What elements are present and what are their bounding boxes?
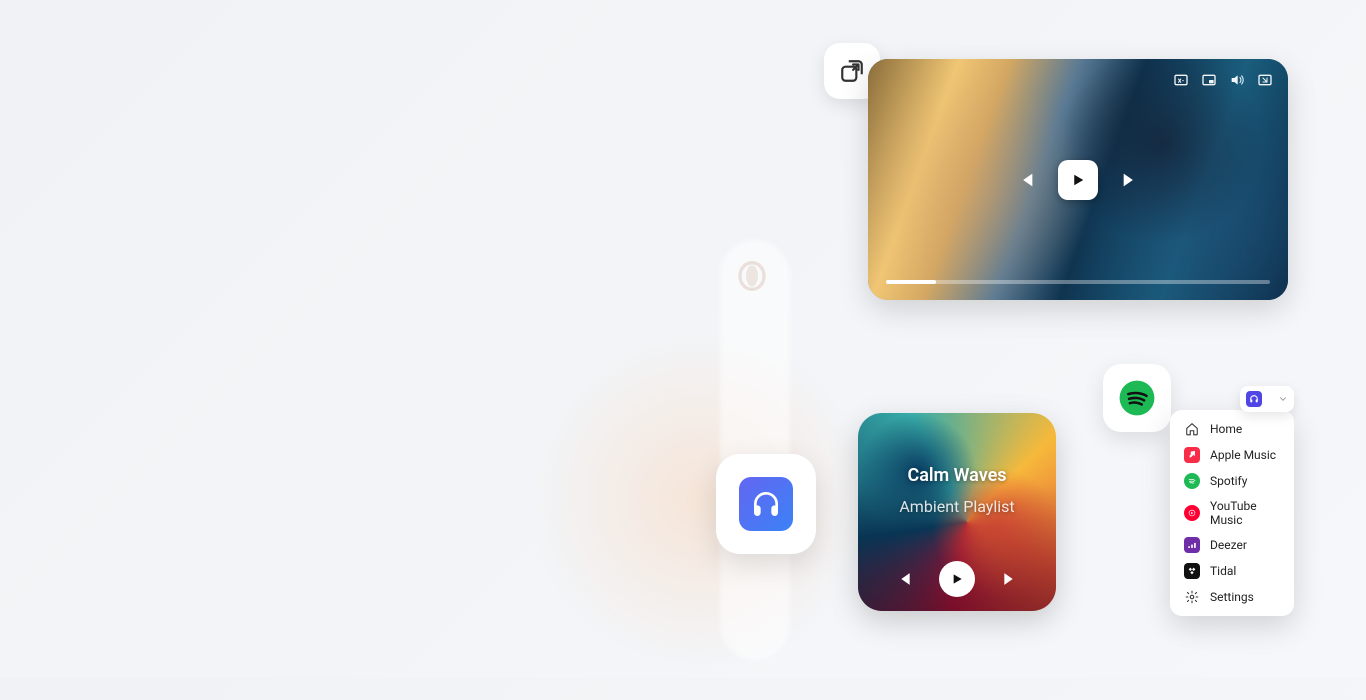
album-playback-controls	[858, 561, 1056, 597]
popover-item-label: Home	[1210, 422, 1242, 436]
popover-item-tidal[interactable]: Tidal	[1170, 558, 1294, 584]
home-icon	[1184, 421, 1200, 437]
video-playback-controls	[1014, 160, 1142, 200]
background-glow	[500, 300, 900, 700]
popover-item-spotify[interactable]: Spotify	[1170, 468, 1294, 494]
album-title: Calm Waves	[858, 465, 1056, 486]
popover-item-deezer[interactable]: Deezer	[1170, 532, 1294, 558]
headphones-icon	[750, 488, 782, 520]
youtube-music-icon	[1184, 505, 1200, 521]
volume-icon[interactable]	[1228, 71, 1246, 89]
popover-item-youtube-music[interactable]: YouTube Music	[1170, 494, 1294, 532]
music-app-inner	[739, 477, 793, 531]
album-previous-button[interactable]	[893, 569, 913, 589]
video-progress-bar[interactable]	[886, 280, 1270, 284]
popover-item-label: YouTube Music	[1210, 499, 1280, 527]
popover-item-label: Tidal	[1210, 564, 1236, 578]
music-app-tile[interactable]	[716, 454, 816, 554]
next-button[interactable]	[1120, 169, 1142, 191]
album-next-button[interactable]	[1001, 569, 1021, 589]
popover-item-label: Apple Music	[1210, 448, 1276, 462]
spotify-tile[interactable]	[1103, 364, 1171, 432]
album-player[interactable]: Calm Waves Ambient Playlist	[858, 413, 1056, 611]
popover-item-label: Deezer	[1210, 538, 1247, 552]
popover-item-settings[interactable]: Settings	[1170, 584, 1294, 610]
video-top-controls	[1172, 71, 1274, 89]
popover-item-label: Settings	[1210, 590, 1254, 604]
apple-music-icon	[1184, 447, 1200, 463]
popover-item-home[interactable]: Home	[1170, 416, 1294, 442]
popout-icon	[839, 58, 865, 84]
music-source-popover: Home Apple Music Spotify YouTube Music D…	[1170, 410, 1294, 616]
album-play-button[interactable]	[939, 561, 975, 597]
chevron-down-icon	[1278, 394, 1288, 404]
opera-icon	[730, 254, 774, 298]
video-player[interactable]	[868, 59, 1288, 300]
video-progress-fill	[886, 280, 936, 284]
popover-item-label: Spotify	[1210, 474, 1247, 488]
play-button[interactable]	[1058, 160, 1098, 200]
settings-icon	[1184, 589, 1200, 605]
tidal-icon	[1184, 563, 1200, 579]
popover-item-apple-music[interactable]: Apple Music	[1170, 442, 1294, 468]
subtitle-icon[interactable]	[1172, 71, 1190, 89]
expand-icon[interactable]	[1256, 71, 1274, 89]
previous-button[interactable]	[1014, 169, 1036, 191]
blurred-sidebar	[720, 240, 790, 660]
pip-icon[interactable]	[1200, 71, 1218, 89]
spotify-icon	[1118, 379, 1156, 417]
deezer-icon	[1184, 537, 1200, 553]
music-app-mini-icon	[1246, 391, 1262, 407]
popover-trigger[interactable]	[1240, 386, 1294, 412]
spotify-mini-icon	[1184, 473, 1200, 489]
album-subtitle: Ambient Playlist	[858, 497, 1056, 516]
